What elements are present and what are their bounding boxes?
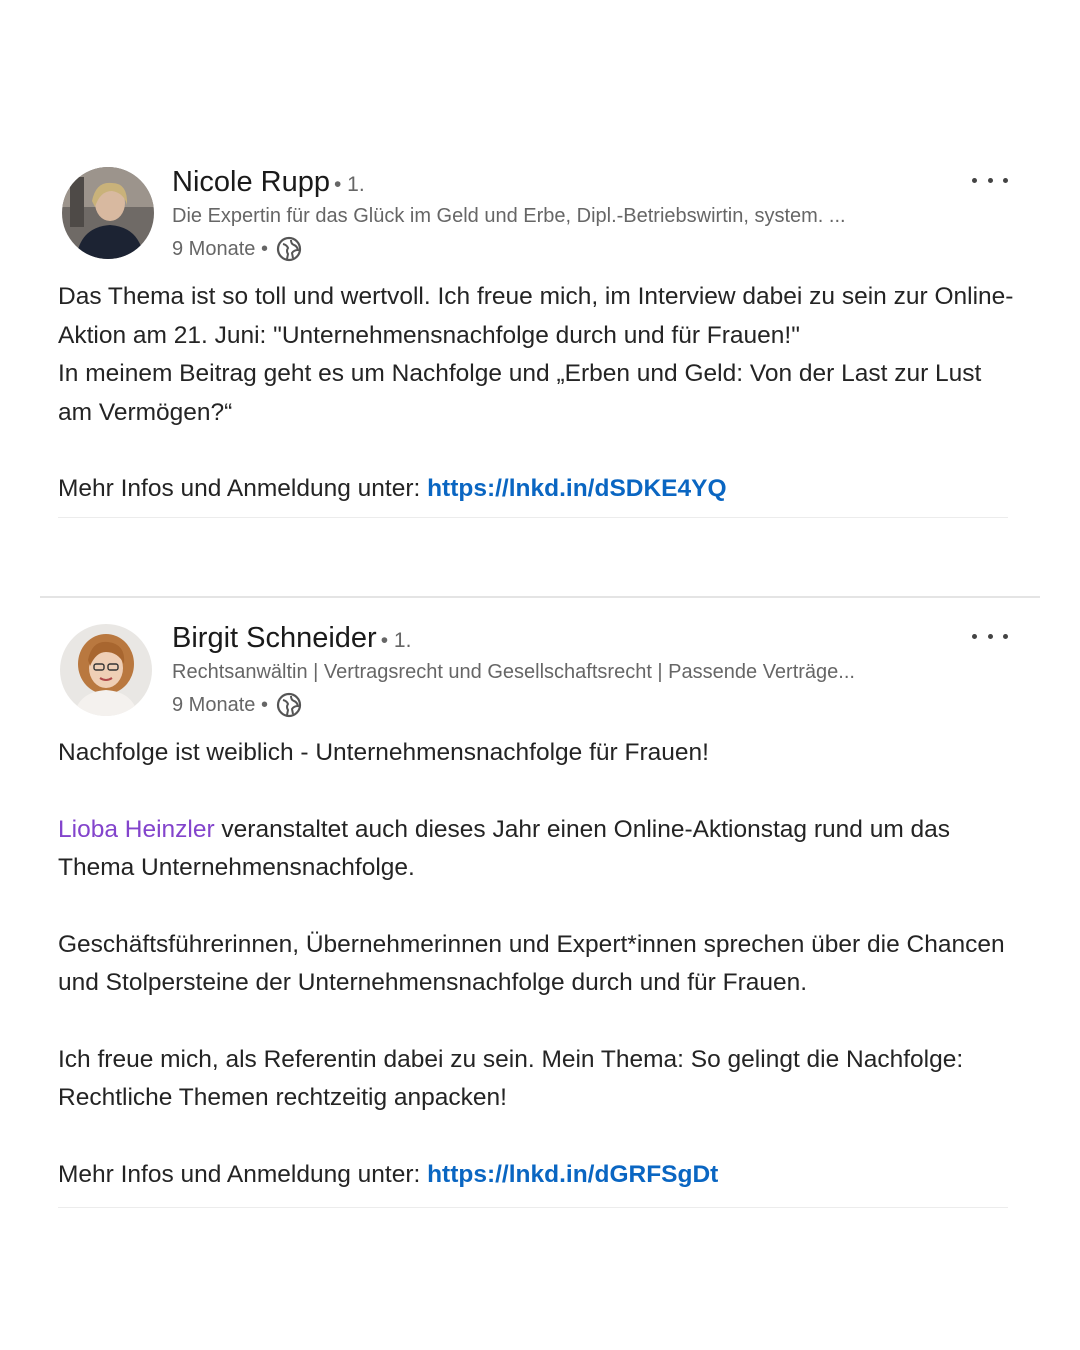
avatar-nicole-rupp[interactable] (62, 167, 154, 259)
post-link-line: Mehr Infos und Anmeldung unter: https://… (58, 470, 1018, 509)
author-headline: Rechtsanwältin | Vertragsrecht und Gesel… (172, 661, 855, 683)
mention-link[interactable]: Lioba Heinzler (58, 816, 215, 843)
post-paragraph: In meinem Beitrag geht es um Nachfolge u… (58, 360, 982, 426)
globe-icon (276, 692, 302, 718)
author-name[interactable]: Birgit Schneider (172, 622, 377, 654)
post-body: Das Thema ist so toll und wertvoll. Ich … (58, 278, 1018, 509)
post-paragraph: Geschäftsführerinnen, Übernehmerinnen un… (58, 930, 1005, 997)
post-time: 9 Monate • (172, 693, 268, 716)
divider (58, 517, 1008, 518)
post-time: 9 Monate • (172, 237, 268, 260)
globe-icon (276, 236, 302, 262)
post-paragraph: Nachfolge ist weiblich - Unternehmensnac… (58, 739, 709, 766)
avatar-birgit-schneider[interactable] (60, 624, 152, 716)
post-separator (40, 596, 1040, 598)
connection-degree: • 1. (333, 173, 365, 196)
post-link[interactable]: https://lnkd.in/dSDKE4YQ (427, 475, 726, 502)
post-paragraph: Lioba Heinzler veranstaltet auch dieses … (58, 811, 1018, 888)
post-paragraph: Ich freue mich, als Referentin dabei zu … (58, 1045, 964, 1112)
divider (58, 1207, 1008, 1208)
post-meta: 9 Monate • (172, 236, 302, 262)
post-meta: 9 Monate • (172, 692, 302, 718)
link-prefix: Mehr Infos und Anmeldung unter: (58, 1160, 428, 1188)
post-paragraph: Das Thema ist so toll und wertvoll. Ich … (58, 283, 1014, 349)
post-link[interactable]: https://lnkd.in/dGRFSgDt (427, 1161, 718, 1188)
more-options-icon[interactable] (972, 168, 1008, 192)
connection-degree: • 1. (380, 629, 412, 652)
post-link-line: Mehr Infos und Anmeldung unter: https://… (58, 1156, 1018, 1195)
link-prefix: Mehr Infos und Anmeldung unter: (58, 475, 428, 502)
more-options-icon[interactable] (972, 624, 1008, 648)
post-body: Nachfolge ist weiblich - Unternehmensnac… (58, 734, 1018, 1194)
author-headline: Die Expertin für das Glück im Geld und E… (172, 205, 846, 227)
author-name[interactable]: Nicole Rupp (172, 166, 330, 198)
